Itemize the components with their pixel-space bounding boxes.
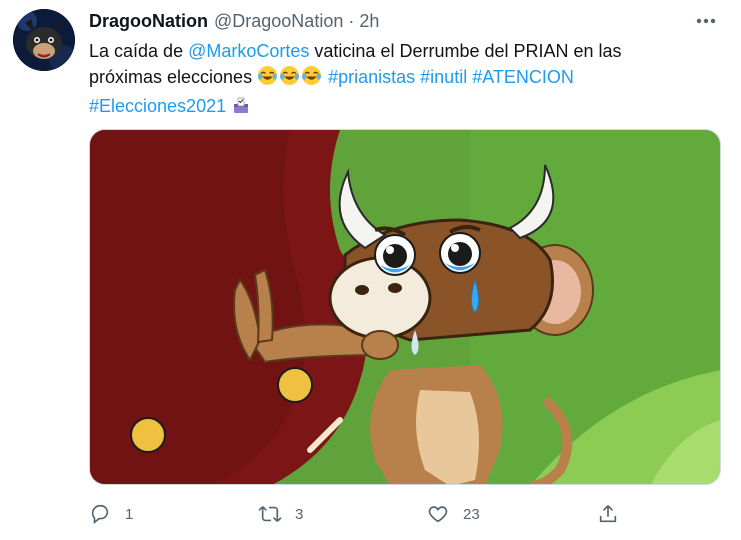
hashtag-link[interactable]: #prianistas (328, 67, 415, 87)
separator-dot: · (348, 10, 355, 31)
hashtag-link[interactable]: #Elecciones2021 (89, 96, 226, 116)
display-name[interactable]: DragooNation (89, 11, 208, 32)
tears-of-joy-emoji-icon (257, 65, 278, 93)
more-icon (696, 18, 716, 24)
avatar-image (13, 9, 75, 71)
reply-button[interactable]: 1 (89, 503, 133, 525)
like-count: 23 (463, 505, 480, 523)
reply-count: 1 (125, 505, 134, 523)
ballot-box-emoji-icon (231, 95, 251, 122)
more-options-button[interactable] (691, 9, 721, 33)
retweet-button[interactable]: 3 (257, 503, 303, 525)
tweet-text-intro: La caída de (89, 41, 189, 61)
hashtag-link[interactable]: #ATENCION (472, 67, 574, 87)
tweet-action-bar: 1 3 23 (89, 500, 629, 528)
share-button[interactable] (597, 503, 619, 525)
tweet-text: La caída de @MarkoCortes vaticina el Der… (89, 38, 699, 122)
tweet-media[interactable] (89, 129, 721, 485)
heart-icon (428, 506, 448, 523)
hashtag-link[interactable]: #inutil (420, 67, 467, 87)
tweet-header: DragooNation @DragooNation · 2h (89, 9, 721, 33)
mention-link[interactable]: @MarkoCortes (188, 41, 309, 61)
avatar[interactable] (13, 9, 75, 71)
tears-of-joy-emoji-icon (279, 65, 300, 93)
user-handle[interactable]: @DragooNation (214, 11, 343, 32)
share-icon (599, 505, 617, 523)
crying-bull-cartoon-image (90, 130, 720, 484)
retweet-count: 3 (295, 505, 304, 523)
reply-icon (91, 504, 109, 524)
like-button[interactable]: 23 (427, 503, 480, 525)
tears-of-joy-emoji-icon (301, 65, 322, 93)
retweet-icon (258, 506, 282, 522)
timestamp[interactable]: 2h (359, 11, 379, 32)
